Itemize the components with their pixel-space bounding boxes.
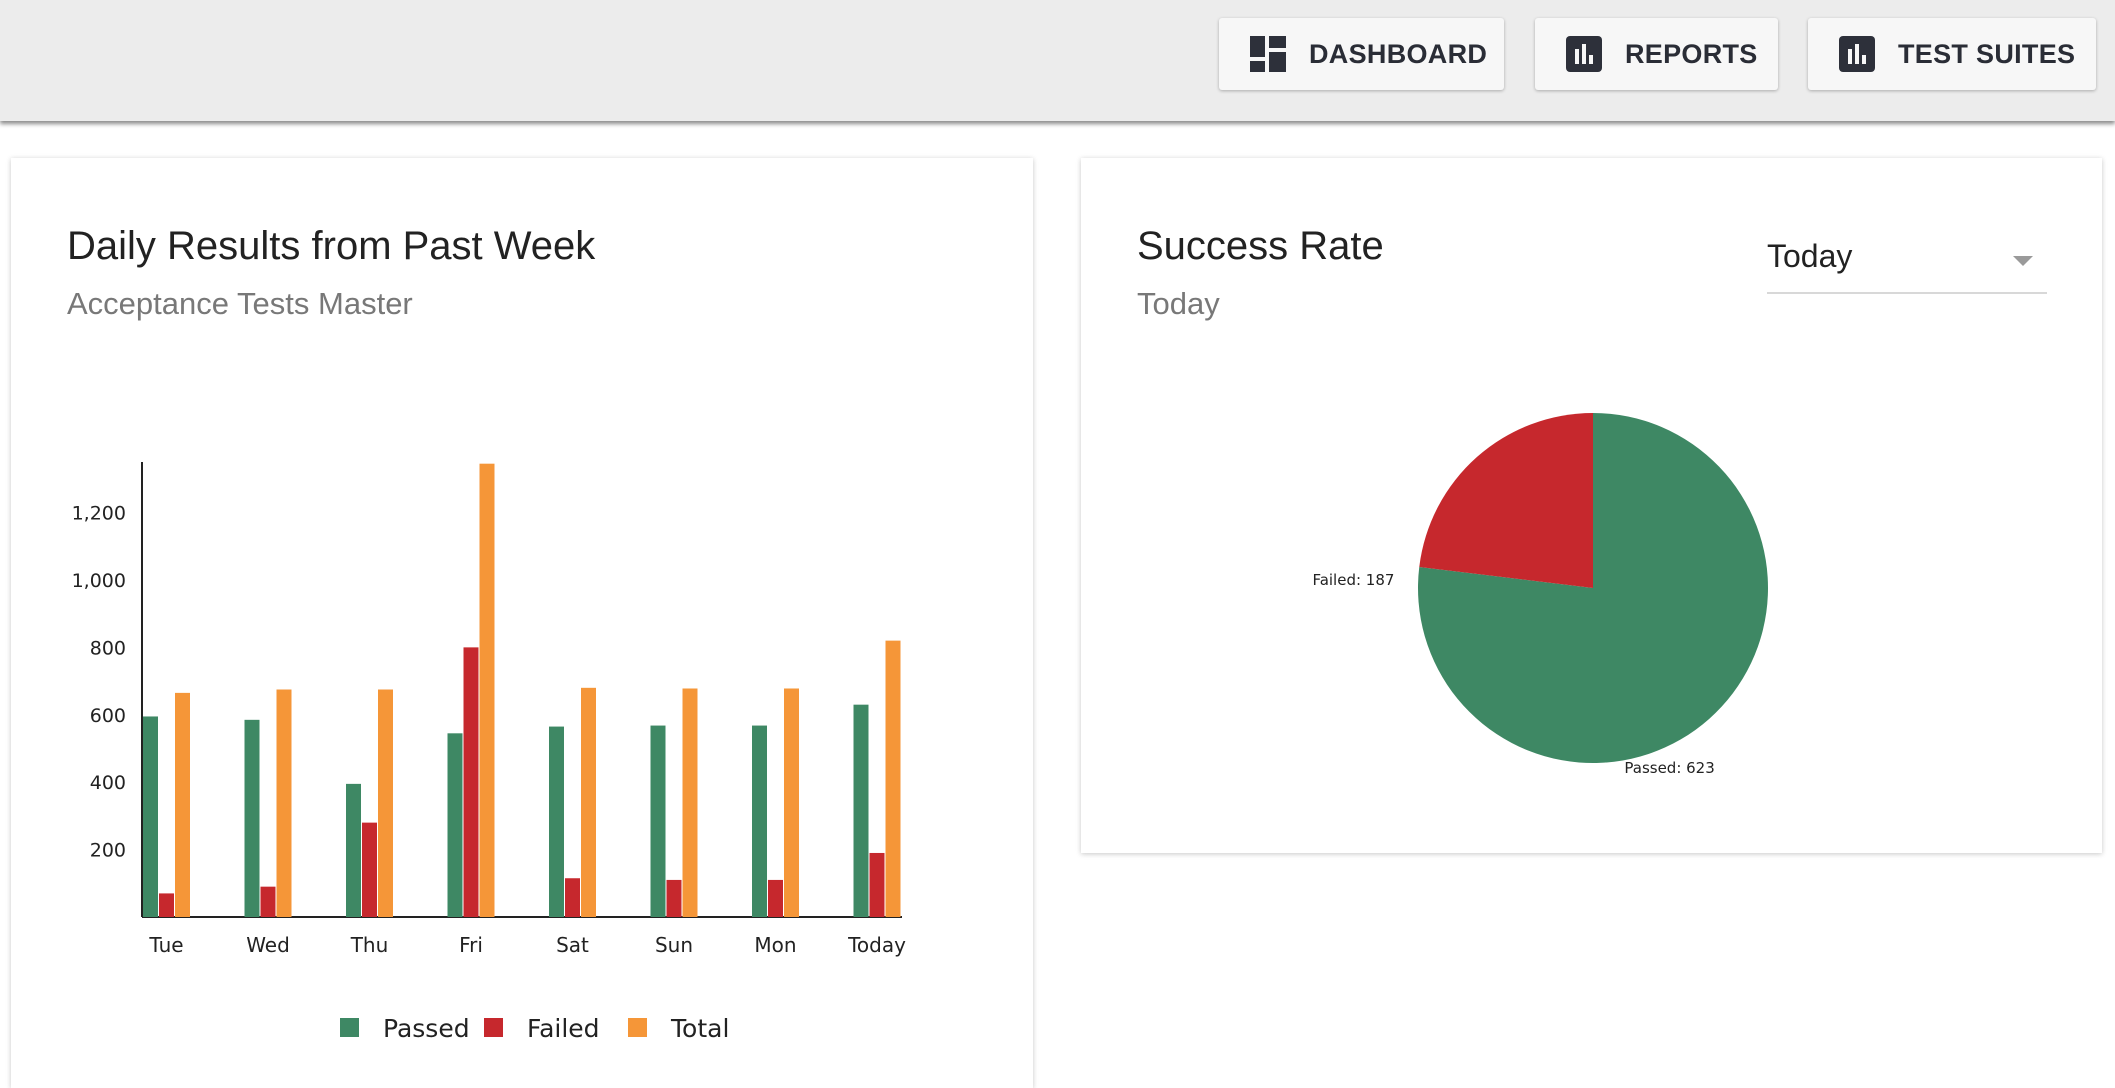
dashboard-icon	[1250, 36, 1286, 72]
x-tick-label: Thu	[350, 933, 389, 957]
bar-passed	[447, 733, 463, 917]
y-tick-label: 800	[90, 637, 126, 659]
chevron-down-icon	[2013, 256, 2033, 266]
test-suites-button[interactable]: TEST SUITES	[1808, 18, 2096, 90]
bar-failed	[159, 893, 174, 917]
legend-label-passed: Passed	[383, 1014, 470, 1043]
bar-passed	[244, 719, 260, 917]
success-rate-subtitle: Today	[1137, 286, 1220, 321]
bar-failed	[463, 647, 479, 917]
x-tick-label: Fri	[459, 933, 483, 957]
legend-label-failed: Failed	[527, 1014, 600, 1043]
pie-slice-failed	[1419, 413, 1593, 588]
pie-label-failed: Failed: 187	[1312, 571, 1394, 589]
daily-results-bar-chart: 200 400 600 800 1,000 1,200 Tue Wed Thu Fri Sat Sun…	[72, 462, 906, 1043]
x-tick-label: Wed	[246, 933, 290, 957]
legend-swatch-total	[628, 1018, 647, 1037]
period-select-value: Today	[1767, 238, 1853, 274]
y-tick-label: 1,200	[72, 503, 126, 525]
y-tick-label: 1,000	[72, 570, 126, 592]
legend-label-total: Total	[670, 1014, 729, 1043]
dashboard-button[interactable]: DASHBOARD	[1219, 18, 1504, 90]
dashboard-label: DASHBOARD	[1309, 38, 1488, 69]
success-rate-pie-chart: Passed: 623 Failed: 187	[1312, 413, 1768, 777]
bar-failed	[565, 878, 580, 917]
x-tick-label: Sun	[655, 933, 693, 957]
bar-passed	[853, 704, 869, 917]
bar-total	[885, 640, 901, 917]
bar-chart-icon	[1566, 36, 1602, 72]
success-rate-title: Success Rate	[1137, 224, 1384, 268]
test-suites-label: TEST SUITES	[1898, 38, 2076, 69]
bar-total	[378, 689, 393, 917]
bar-failed	[260, 886, 276, 917]
x-tick-label: Sat	[556, 933, 589, 957]
reports-button[interactable]: REPORTS	[1535, 18, 1778, 90]
bar-failed	[869, 852, 885, 917]
bar-total	[479, 463, 495, 917]
pie-label-passed: Passed: 623	[1624, 759, 1714, 777]
x-tick-label: Mon	[754, 933, 796, 957]
bar-total	[784, 688, 799, 917]
y-tick-label: 200	[90, 840, 126, 862]
bar-passed	[143, 716, 158, 917]
bar-failed	[666, 879, 682, 917]
bar-total	[682, 688, 698, 917]
bar-total	[276, 689, 292, 917]
y-tick-label: 400	[90, 772, 126, 794]
y-tick-label: 600	[90, 705, 126, 727]
bar-passed	[346, 783, 361, 917]
bar-failed	[768, 879, 783, 917]
x-tick-label: Tue	[148, 933, 183, 957]
bar-total	[581, 687, 596, 917]
bar-failed	[362, 822, 377, 917]
bar-passed	[650, 725, 666, 917]
top-nav-bar: DASHBOARD REPORTS TEST SUITES	[0, 0, 2115, 121]
legend-swatch-failed	[484, 1018, 503, 1037]
bar-passed	[752, 725, 767, 917]
legend-swatch-passed	[340, 1018, 359, 1037]
bar-passed	[549, 726, 564, 917]
x-tick-label: Today	[847, 933, 906, 957]
bar-chart-icon	[1839, 36, 1875, 72]
bar-total	[175, 692, 190, 917]
reports-label: REPORTS	[1625, 38, 1758, 69]
period-select[interactable]: Today	[1767, 236, 2047, 294]
